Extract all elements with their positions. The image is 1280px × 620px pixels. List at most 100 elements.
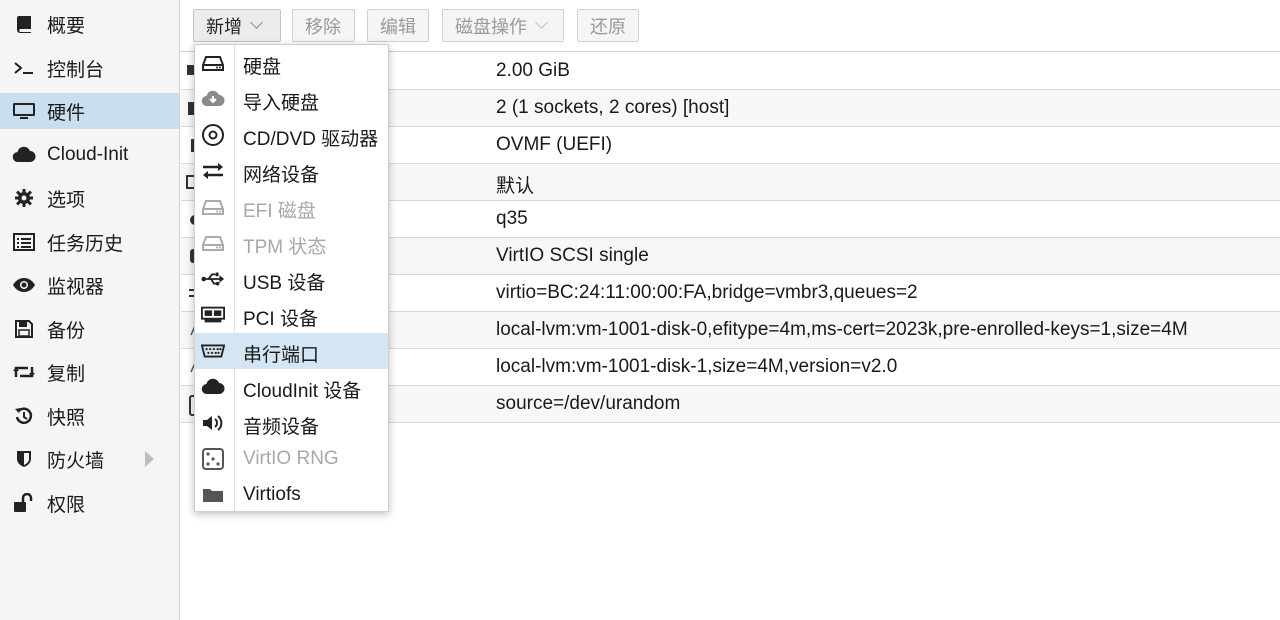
sidebar-item-label: 概要 xyxy=(47,15,86,37)
menu-item-serial-port[interactable]: 串行端口 xyxy=(195,333,388,369)
sidebar-item-options[interactable]: 选项 xyxy=(0,180,179,216)
cloud-download-icon xyxy=(201,87,225,111)
sidebar-item-backup[interactable]: 备份 xyxy=(0,311,179,347)
menu-item-efi-disk[interactable]: EFI 磁盘 xyxy=(195,189,388,225)
sidebar-item-console[interactable]: 控制台 xyxy=(0,50,179,86)
sidebar-item-permissions[interactable]: 权限 xyxy=(0,485,179,521)
dice-icon xyxy=(201,447,225,471)
cdrom-icon xyxy=(201,123,225,147)
menu-item-label: 硬盘 xyxy=(243,57,282,78)
sidebar-item-label: 复制 xyxy=(47,363,86,385)
hdd-icon xyxy=(201,231,225,255)
sidebar-item-firewall[interactable]: 防火墙 xyxy=(0,441,179,477)
menu-item-label: EFI 磁盘 xyxy=(243,201,316,222)
sidebar-item-summary[interactable]: 概要 xyxy=(0,6,179,42)
row-value: VirtIO SCSI single xyxy=(496,245,649,266)
gear-icon xyxy=(12,186,36,210)
eye-icon xyxy=(12,273,36,297)
menu-item-label: 串行端口 xyxy=(243,345,320,366)
menu-item-audio-device[interactable]: 音频设备 xyxy=(195,405,388,441)
add-button-label: 新增 xyxy=(206,16,242,37)
revert-button-label: 还原 xyxy=(590,16,626,37)
disk-action-button-label: 磁盘操作 xyxy=(455,16,527,37)
menu-item-label: 音频设备 xyxy=(243,417,320,438)
chevron-down-icon xyxy=(535,16,548,29)
menu-item-label: PCI 设备 xyxy=(243,309,318,330)
row-value: source=/dev/urandom xyxy=(496,393,681,414)
remove-button-label: 移除 xyxy=(305,16,341,37)
row-value: 2.00 GiB xyxy=(496,60,570,81)
menu-item-label: VirtIO RNG xyxy=(243,448,339,469)
row-value: virtio=BC:24:11:00:00:FA,bridge=vmbr3,qu… xyxy=(496,282,918,303)
book-icon xyxy=(12,12,36,36)
sidebar-item-label: 备份 xyxy=(47,320,86,342)
menu-item-label: 导入硬盘 xyxy=(243,93,320,114)
sidebar-item-label: 监视器 xyxy=(47,276,105,298)
menu-item-pci-device[interactable]: PCI 设备 xyxy=(195,297,388,333)
menu-item-virtio-rng[interactable]: VirtIO RNG xyxy=(195,441,388,477)
sidebar-item-label: 快照 xyxy=(47,407,86,429)
terminal-icon xyxy=(12,56,36,80)
serial-port-icon xyxy=(201,339,225,363)
menu-item-import-disk[interactable]: 导入硬盘 xyxy=(195,81,388,117)
exchange-icon xyxy=(201,159,225,183)
row-value: OVMF (UEFI) xyxy=(496,134,613,155)
menu-item-label: USB 设备 xyxy=(243,273,326,294)
menu-item-virtiofs[interactable]: Virtiofs xyxy=(195,477,388,513)
history-icon xyxy=(12,404,36,428)
sidebar-item-label: 任务历史 xyxy=(47,233,124,255)
monitor-icon xyxy=(12,99,36,123)
sidebar-item-label: 控制台 xyxy=(47,59,105,81)
floppy-icon xyxy=(12,317,36,341)
add-button[interactable]: 新增 xyxy=(193,9,281,42)
volume-icon xyxy=(201,411,225,435)
cloud-icon xyxy=(201,375,225,399)
sidebar-item-label: 硬件 xyxy=(47,102,86,124)
sidebar-item-label: 选项 xyxy=(47,189,86,211)
menu-item-cd-dvd-drive[interactable]: CD/DVD 驱动器 xyxy=(195,117,388,153)
menu-item-label: 网络设备 xyxy=(243,165,320,186)
sidebar-item-task-history[interactable]: 任务历史 xyxy=(0,224,179,260)
cloud-icon xyxy=(12,143,36,167)
remove-button[interactable]: 移除 xyxy=(292,9,355,42)
menu-item-label: Virtiofs xyxy=(243,484,301,505)
revert-button[interactable]: 还原 xyxy=(577,9,639,42)
list-icon xyxy=(12,230,36,254)
hdd-icon xyxy=(201,51,225,75)
chevron-right-icon[interactable] xyxy=(145,451,154,467)
menu-item-hard-disk[interactable]: 硬盘 xyxy=(195,45,388,81)
sidebar-item-label: 防火墙 xyxy=(47,450,105,472)
add-dropdown-menu: 硬盘 导入硬盘 CD/DVD 驱动器 网络设备 EFI 磁盘 TPM 状态 US… xyxy=(194,44,389,512)
chevron-down-icon xyxy=(250,16,263,29)
sidebar-item-monitor[interactable]: 监视器 xyxy=(0,267,179,303)
edit-button[interactable]: 编辑 xyxy=(367,9,429,42)
sidebar-item-hardware[interactable]: 硬件 xyxy=(0,93,179,129)
menu-item-network-device[interactable]: 网络设备 xyxy=(195,153,388,189)
edit-button-label: 编辑 xyxy=(380,16,416,37)
row-value: q35 xyxy=(496,208,528,229)
sidebar-item-label: 权限 xyxy=(47,494,86,516)
usb-icon xyxy=(201,267,225,291)
retweet-icon xyxy=(12,360,36,384)
sidebar-item-snapshots[interactable]: 快照 xyxy=(0,398,179,434)
folder-icon xyxy=(201,483,225,507)
menu-item-label: CloudInit 设备 xyxy=(243,381,362,402)
shield-icon xyxy=(12,447,36,471)
row-value: 默认 xyxy=(496,176,535,197)
menu-item-label: CD/DVD 驱动器 xyxy=(243,129,379,150)
sidebar-item-replication[interactable]: 复制 xyxy=(0,354,179,390)
sidebar: 概要 控制台 硬件 Cloud-Init 选项 任务历史 监视器 备份 复制 快… xyxy=(0,0,180,620)
sidebar-item-cloud-init[interactable]: Cloud-Init xyxy=(0,137,179,173)
pci-card-icon xyxy=(201,303,225,327)
menu-item-label: TPM 状态 xyxy=(243,237,327,258)
sidebar-item-label: Cloud-Init xyxy=(47,144,129,165)
unlock-icon xyxy=(12,491,36,515)
row-value: local-lvm:vm-1001-disk-0,efitype=4m,ms-c… xyxy=(496,319,1188,340)
menu-item-usb-device[interactable]: USB 设备 xyxy=(195,261,388,297)
menu-item-tpm-state[interactable]: TPM 状态 xyxy=(195,225,388,261)
hdd-icon xyxy=(201,195,225,219)
row-value: local-lvm:vm-1001-disk-1,size=4M,version… xyxy=(496,356,898,377)
row-value: 2 (1 sockets, 2 cores) [host] xyxy=(496,97,730,118)
disk-action-button[interactable]: 磁盘操作 xyxy=(442,9,564,42)
menu-item-cloudinit-device[interactable]: CloudInit 设备 xyxy=(195,369,388,405)
